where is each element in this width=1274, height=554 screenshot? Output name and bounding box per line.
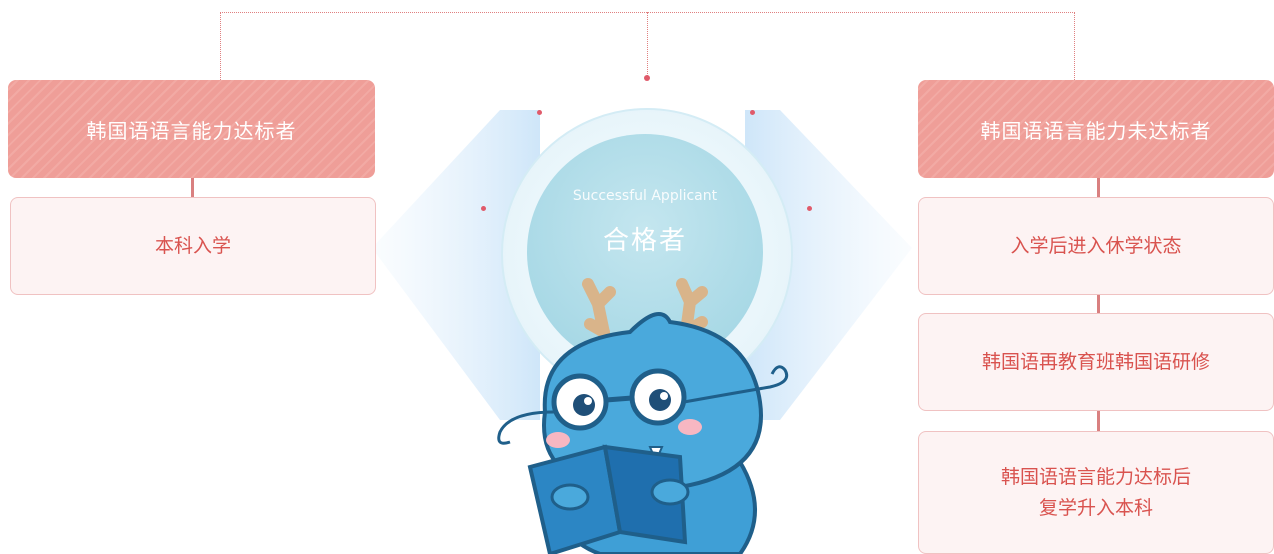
- orbit-dot-1: [537, 110, 542, 115]
- center-connector-line: [647, 12, 648, 78]
- orbit-dot-4: [807, 206, 812, 211]
- left-connector-line: [220, 12, 221, 80]
- orbit-dot-2: [750, 110, 755, 115]
- left-step-label: 本科入学: [154, 234, 231, 257]
- right-header-label: 韩国语语言能力未达标者: [980, 118, 1212, 143]
- center-connector-dot: [644, 75, 650, 81]
- right-step-label-3-line1: 韩国语语言能力达标后: [1000, 466, 1191, 489]
- right-step-box-2: 韩国语再教育班韩国语研修: [918, 313, 1274, 411]
- right-step-label-1: 入学后进入休学状态: [1010, 234, 1182, 257]
- right-step-box-3: 韩国语语言能力达标后 复学升入本科: [918, 431, 1274, 554]
- right-step-connector-2: [1097, 295, 1100, 313]
- right-step-box-1: 入学后进入休学状态: [918, 197, 1274, 295]
- right-step-connector-1: [1097, 178, 1100, 198]
- right-step-connector-3: [1097, 411, 1100, 431]
- right-header-box: 韩国语语言能力未达标者: [918, 80, 1274, 178]
- left-header-label: 韩国语语言能力达标者: [86, 118, 297, 143]
- orbit-dot-3: [481, 206, 486, 211]
- right-step-label-2: 韩国语再教育班韩国语研修: [981, 350, 1210, 373]
- left-step-connector: [191, 178, 194, 198]
- left-header-box: 韩国语语言能力达标者: [8, 80, 375, 178]
- right-connector-line: [1074, 12, 1075, 80]
- left-step-box: 本科入学: [10, 197, 376, 295]
- center-title-cn: 合格者: [602, 226, 687, 256]
- right-step-label-3-line2: 复学升入本科: [1038, 496, 1153, 519]
- dragon-mascot-reading-icon: [497, 278, 789, 554]
- center-title-en: Successful Applicant: [572, 188, 718, 204]
